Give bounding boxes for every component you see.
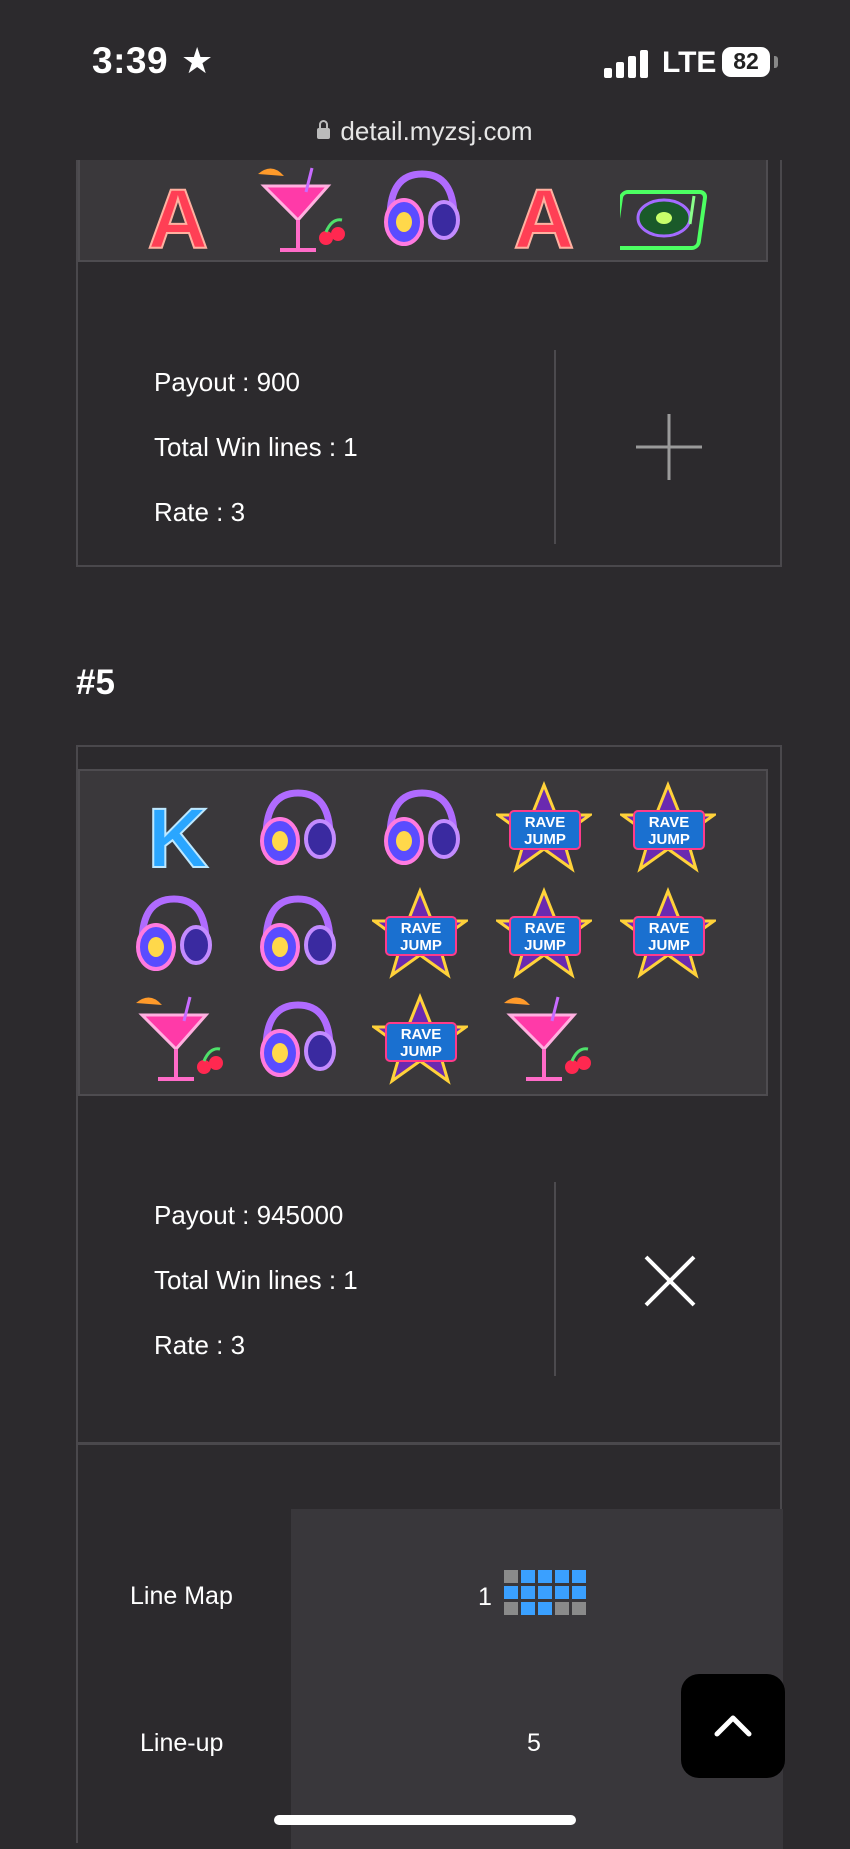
svg-text:JUMP: JUMP [648, 831, 690, 848]
line-map-cell-active [572, 1586, 586, 1599]
url-text: detail.myzsj.com [340, 116, 533, 146]
win-lines-label: Total Win lines : 1 [154, 432, 358, 462]
rate-label: Rate : 3 [154, 1330, 246, 1360]
battery-icon: 82 [722, 47, 770, 77]
battery-tip [774, 56, 778, 68]
payout-label: Payout : 900 [154, 367, 300, 397]
headphones-symbol [260, 789, 336, 865]
line-map-label: Line Map [130, 1582, 233, 1610]
reel-strip-4: A A [78, 160, 768, 262]
divider [554, 1182, 556, 1376]
card-4-border-left [76, 160, 78, 270]
rave-jump-symbol: RAVE JUMP [620, 781, 716, 873]
card-4-border-right [780, 160, 782, 270]
location-star-icon: ★ [181, 40, 214, 81]
letter-k-text: K [148, 791, 209, 879]
line-map-cell-active [538, 1586, 552, 1599]
address-bar[interactable]: detail.myzsj.com [0, 116, 850, 147]
battery-level: 82 [733, 48, 759, 74]
win-lines-label: Total Win lines : 1 [154, 1265, 358, 1295]
headphones-symbol [260, 1001, 336, 1077]
line-map-grid [504, 1570, 588, 1618]
headphones-symbol [136, 895, 212, 971]
svg-text:JUMP: JUMP [400, 937, 442, 954]
letter-a-text: A [514, 172, 575, 262]
cocktail-symbol [136, 996, 223, 1081]
divider [554, 350, 556, 544]
line-map-cell-active [555, 1586, 569, 1599]
result-4-info: Payout : 900 Total Win lines : 1 Rate : … [76, 262, 782, 567]
clock: 3:39 [92, 40, 169, 81]
line-up-label: Line-up [140, 1729, 224, 1757]
svg-text:JUMP: JUMP [648, 937, 690, 954]
network-type: LTE [662, 46, 717, 79]
rave-jump-symbol: RAVE JUMP [496, 887, 592, 979]
collapse-close-icon[interactable] [643, 1254, 697, 1308]
result-5-title: #5 [76, 663, 115, 702]
headphones-symbol [384, 170, 460, 246]
result-5-info: Payout : 945000 Total Win lines : 1 Rate… [76, 1096, 782, 1444]
svg-text:RAVE: RAVE [525, 814, 566, 831]
status-bar: 3:39 ★ LTE 82 [0, 0, 850, 120]
line-map-cell-active [538, 1570, 552, 1583]
rave-jump-symbol: RAVE JUMP [496, 781, 592, 873]
rave-jump-symbol: RAVE JUMP [620, 887, 716, 979]
line-map-index: 1 [478, 1583, 492, 1611]
line-map-cell-inactive [555, 1602, 569, 1615]
turntable-symbol [620, 190, 708, 250]
chevron-up-icon [714, 1715, 752, 1737]
line-map-cell-active [538, 1602, 552, 1615]
line-map-cell-active [504, 1586, 518, 1599]
svg-text:RAVE: RAVE [649, 920, 690, 937]
cellular-signal-icon [604, 48, 648, 78]
line-map-cell-active [521, 1570, 535, 1583]
headphones-symbol [384, 789, 460, 865]
svg-text:RAVE: RAVE [401, 920, 442, 937]
line-up-value: 5 [527, 1729, 541, 1757]
line-map-cell-inactive [504, 1602, 518, 1615]
letter-a-symbol: A [513, 171, 576, 262]
payout-label: Payout : 945000 [154, 1200, 344, 1230]
line-map-cell-active [521, 1586, 535, 1599]
line-detail-table: Line Map Line-up [76, 1441, 783, 1849]
scroll-to-top-button[interactable] [681, 1674, 785, 1778]
line-map-cell-active [572, 1570, 586, 1583]
svg-text:RAVE: RAVE [401, 1026, 442, 1043]
letter-a-symbol: A [147, 171, 210, 262]
svg-text:RAVE: RAVE [525, 920, 566, 937]
lock-icon [317, 120, 331, 139]
line-map-cell-inactive [504, 1570, 518, 1583]
line-map-cell-active [555, 1570, 569, 1583]
svg-text:RAVE: RAVE [649, 814, 690, 831]
letter-k-symbol: K [147, 790, 210, 879]
svg-text:JUMP: JUMP [524, 831, 566, 848]
home-indicator [274, 1815, 576, 1825]
headphones-symbol [260, 895, 336, 971]
cocktail-symbol [258, 167, 345, 252]
letter-a-text: A [148, 172, 209, 262]
svg-text:JUMP: JUMP [524, 937, 566, 954]
rave-jump-symbol: RAVE JUMP [372, 887, 468, 979]
line-map-cell-active [521, 1602, 535, 1615]
rave-jump-symbol: RAVE JUMP [372, 993, 468, 1085]
expand-plus-icon[interactable] [634, 412, 704, 482]
line-map-cell-inactive [572, 1602, 586, 1615]
svg-text:JUMP: JUMP [400, 1043, 442, 1060]
rate-label: Rate : 3 [154, 497, 246, 527]
reel-grid-5: K RAVE JUMP RAVE JUMP RAVE JUMP RAVE JUM… [78, 769, 768, 1096]
cocktail-symbol [504, 996, 591, 1081]
